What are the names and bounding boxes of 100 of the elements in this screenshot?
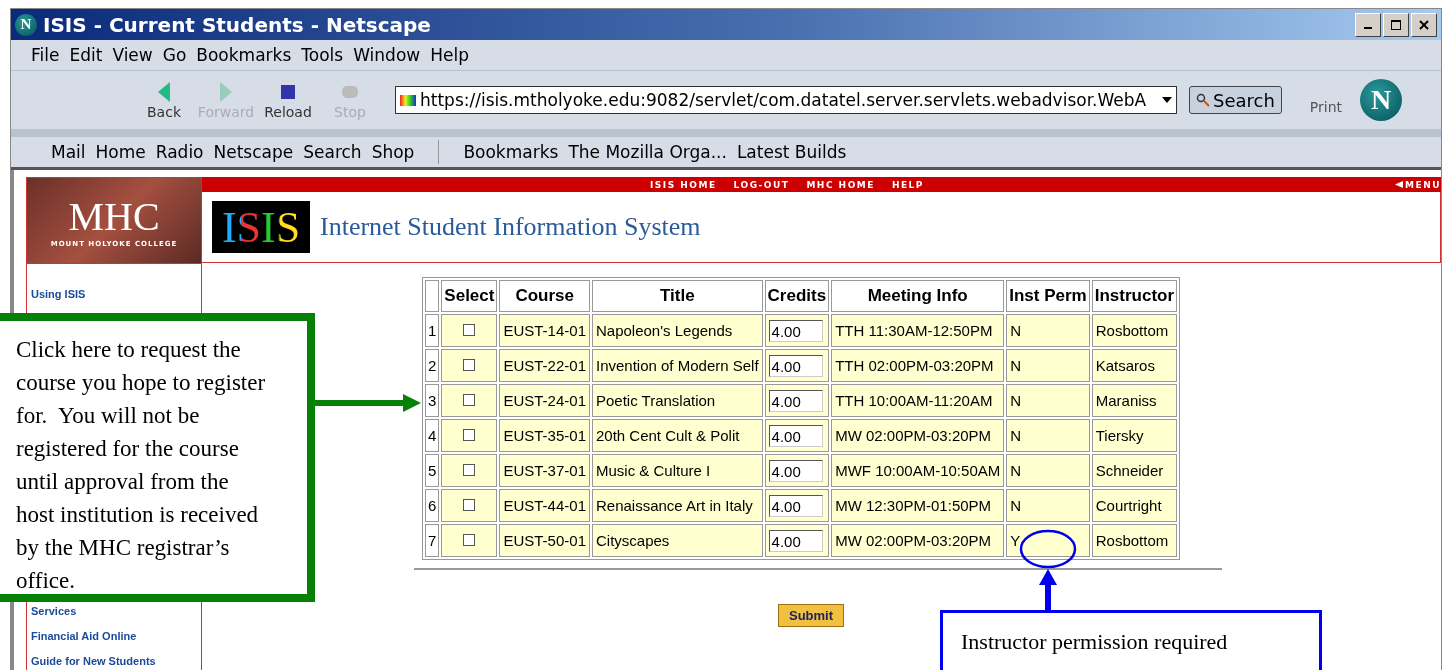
search-button[interactable]: Search (1189, 86, 1282, 114)
table-cell: Rosbottom (1091, 524, 1178, 557)
menu-item[interactable]: Tools (301, 45, 344, 65)
select-checkbox[interactable] (463, 499, 476, 511)
table-cell: Katsaros (1091, 349, 1178, 382)
back-arrow-icon (158, 82, 170, 102)
minimize-button[interactable] (1355, 12, 1381, 37)
select-checkbox[interactable] (463, 464, 476, 476)
column-header: Instructor (1091, 280, 1178, 312)
table-cell: Rosbottom (1091, 314, 1178, 347)
arrow-icon (315, 392, 423, 414)
credits-field[interactable]: 4.00 (768, 494, 823, 517)
table-cell: Napoleon's Legends (592, 314, 763, 347)
toolbar-button[interactable]: Back (133, 80, 195, 120)
table-cell: N (1006, 419, 1090, 452)
table-cell: N (1006, 454, 1090, 487)
credits-field[interactable]: 4.00 (768, 389, 823, 412)
table-cell: TTH 02:00PM-03:20PM (831, 349, 1005, 382)
credits-field[interactable]: 4.00 (768, 529, 823, 552)
bookmark-link[interactable]: Mail (51, 142, 86, 162)
row-number: 2 (425, 349, 440, 382)
window-title: ISIS - Current Students - Netscape (43, 12, 431, 37)
credits-field[interactable]: 4.00 (768, 354, 823, 377)
table-cell: TTH 10:00AM-11:20AM (831, 384, 1005, 417)
print-button[interactable]: Print (1309, 85, 1343, 115)
submit-button[interactable]: Submit (778, 604, 845, 627)
nav-link[interactable]: HELP (891, 179, 924, 190)
bookmark-link[interactable]: Bookmarks (463, 142, 559, 162)
table-cell: TTH 11:30AM-12:50PM (831, 314, 1005, 347)
bookmark-link[interactable]: Radio (155, 142, 204, 162)
sidebar-link[interactable]: Financial Aid Online (31, 630, 201, 642)
column-header: Course (499, 280, 590, 312)
menu-item[interactable]: Help (430, 45, 469, 65)
table-cell: EUST-37-01 (499, 454, 590, 487)
select-checkbox[interactable] (463, 429, 476, 441)
callout-box: Instructor permission required (940, 610, 1322, 670)
row-number: 1 (425, 314, 440, 347)
table-cell: EUST-44-01 (499, 489, 590, 522)
table-cell: Music & Culture I (592, 454, 763, 487)
table-cell: Schneider (1091, 454, 1178, 487)
minimize-icon (1364, 26, 1372, 29)
table-cell: Tiersky (1091, 419, 1178, 452)
menu-item[interactable]: Edit (69, 45, 103, 65)
sidebar-link[interactable]: Services (31, 605, 201, 617)
table-cell: Courtright (1091, 489, 1178, 522)
menu-item[interactable]: Window (353, 45, 421, 65)
bookmark-link[interactable]: Latest Builds (736, 142, 847, 162)
table-cell: Poetic Translation (592, 384, 763, 417)
table-cell: Maraniss (1091, 384, 1178, 417)
select-checkbox[interactable] (463, 394, 476, 406)
menu-item[interactable]: Bookmarks (196, 45, 292, 65)
left-arrow-icon (1395, 181, 1404, 188)
credits-field[interactable]: 4.00 (768, 459, 823, 482)
row-number: 7 (425, 524, 440, 557)
column-header: Inst Perm (1006, 280, 1090, 312)
table-cell: MW 12:30PM-01:50PM (831, 489, 1005, 522)
browser-logo: N (1360, 79, 1403, 121)
nav-link[interactable]: MHC HOME (806, 179, 875, 190)
column-header: Select (441, 280, 498, 312)
menu-link[interactable]: MENU (1395, 179, 1441, 190)
bookmark-link[interactable]: The Mozilla Orga... (568, 142, 727, 162)
row-number: 6 (425, 489, 440, 522)
table-cell: EUST-35-01 (499, 419, 590, 452)
column-header: Credits (764, 280, 830, 312)
arrow-icon (1037, 569, 1059, 611)
table-cell: 20th Cent Cult & Polit (592, 419, 763, 452)
select-checkbox[interactable] (463, 534, 476, 546)
select-checkbox[interactable] (463, 324, 476, 336)
close-button[interactable] (1411, 12, 1437, 37)
toolbar-button[interactable]: Reload (257, 80, 319, 120)
table-cell: MW 02:00PM-03:20PM (831, 419, 1005, 452)
table-cell: EUST-24-01 (499, 384, 590, 417)
site-icon (400, 94, 416, 106)
bookmark-link[interactable]: Shop (371, 142, 415, 162)
menu-item[interactable]: Go (162, 45, 187, 65)
highlight-ellipse (1019, 529, 1077, 569)
nav-link[interactable]: ISIS HOME (650, 179, 717, 190)
table-cell: EUST-50-01 (499, 524, 590, 557)
bookmark-link[interactable]: Search (303, 142, 362, 162)
table-cell: Invention of Modern Self (592, 349, 763, 382)
menu-item[interactable]: File (31, 45, 60, 65)
menu-item[interactable]: View (112, 45, 153, 65)
select-checkbox[interactable] (463, 359, 476, 371)
credits-field[interactable]: 4.00 (768, 319, 823, 342)
credits-field[interactable]: 4.00 (768, 424, 823, 447)
nav-link[interactable]: LOG-OUT (733, 179, 790, 190)
bookmark-link[interactable]: Netscape (213, 142, 294, 162)
sidebar-link[interactable]: Using ISIS (31, 288, 201, 300)
callout-box: Click here to request the course you hope to register for. You will not be registered for the course until approval from the host institution is received by the MHC registrar’s office. (0, 313, 315, 602)
close-icon (1419, 19, 1429, 30)
row-number: 4 (425, 419, 440, 452)
sidebar-link[interactable]: Guide for New Students (31, 655, 201, 667)
table-cell: Renaissance Art in Italy (592, 489, 763, 522)
bookmark-link[interactable]: Home (95, 142, 146, 162)
table-cell: EUST-14-01 (499, 314, 590, 347)
maximize-button[interactable] (1383, 12, 1409, 37)
address-field[interactable]: https://isis.mtholyoke.edu:9082/servlet/com.datatel.server.servlets.webadvisor.WebA (395, 86, 1177, 114)
column-header: Title (592, 280, 763, 312)
column-header: Meeting Info (831, 280, 1005, 312)
table-cell: N (1006, 314, 1090, 347)
